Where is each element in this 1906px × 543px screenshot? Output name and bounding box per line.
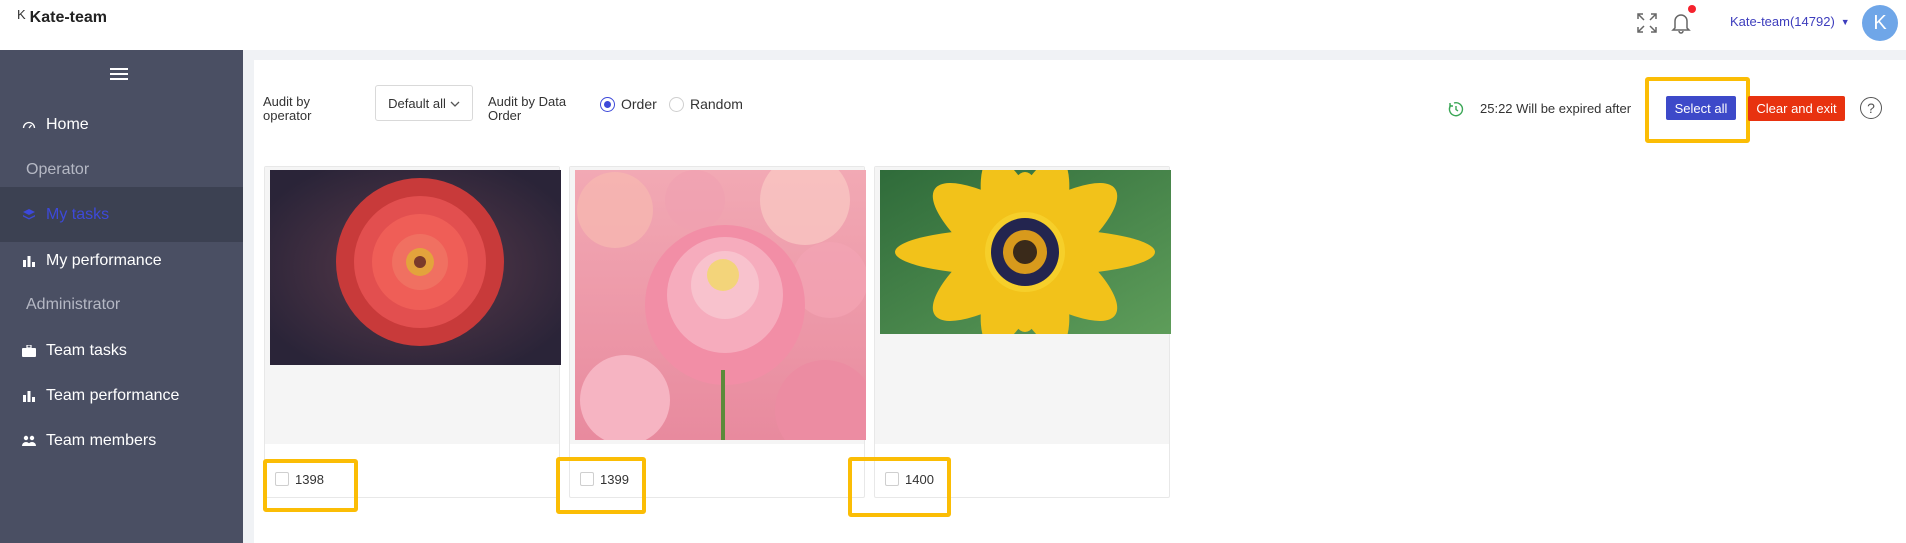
task-card[interactable]: 1398 bbox=[264, 166, 561, 498]
brand: K Kate-team bbox=[17, 8, 107, 28]
bar-chart-icon bbox=[22, 254, 36, 268]
task-card[interactable]: 1399 bbox=[569, 166, 866, 498]
sidebar: Home Operator My tasks My performance Ad… bbox=[0, 50, 243, 543]
sidebar-item-label: My performance bbox=[46, 251, 162, 269]
operator-select-value: Default all bbox=[388, 95, 446, 111]
stack-icon bbox=[22, 208, 36, 222]
task-image[interactable] bbox=[575, 170, 866, 440]
select-all-button[interactable]: Select all bbox=[1666, 96, 1736, 120]
clear-and-exit-button[interactable]: Clear and exit bbox=[1748, 96, 1845, 121]
audit-operator-label: Audit by operator bbox=[263, 94, 312, 123]
sidebar-item-label: Team tasks bbox=[46, 341, 127, 359]
radio-label: Order bbox=[621, 96, 657, 112]
avatar[interactable]: K bbox=[1862, 5, 1898, 41]
task-image[interactable] bbox=[270, 170, 561, 365]
checkbox-highlight bbox=[848, 457, 951, 517]
team-title: Kate-team bbox=[29, 9, 108, 26]
radio-random[interactable]: Random bbox=[669, 96, 743, 112]
sidebar-item-label: My tasks bbox=[46, 205, 110, 223]
notification-dot bbox=[1688, 5, 1696, 13]
radio-order[interactable]: Order bbox=[600, 96, 657, 112]
user-label: Kate-team(14792) bbox=[1730, 14, 1835, 29]
bar-chart-icon bbox=[22, 389, 36, 403]
radio-circle[interactable] bbox=[600, 96, 615, 112]
radio-label: Random bbox=[690, 96, 743, 112]
operator-select[interactable]: Default all bbox=[375, 85, 473, 121]
people-icon bbox=[22, 434, 36, 448]
checkbox-highlight bbox=[556, 457, 646, 514]
dashboard-icon bbox=[22, 118, 36, 132]
sidebar-item-label: Home bbox=[46, 115, 89, 133]
expire-countdown: 25:22 Will be expired after bbox=[1480, 101, 1632, 116]
task-card[interactable]: 1400 bbox=[874, 166, 1171, 498]
back-icon[interactable]: K bbox=[17, 8, 26, 22]
sidebar-item-label: Team performance bbox=[46, 386, 180, 404]
sidebar-section-label: Operator bbox=[26, 160, 90, 178]
user-menu[interactable]: Kate-team(14792) ▼ bbox=[1730, 14, 1850, 29]
task-image[interactable] bbox=[880, 170, 1171, 334]
help-icon[interactable]: ? bbox=[1860, 97, 1882, 119]
audit-order-label: Audit by Data Order bbox=[488, 94, 567, 123]
sidebar-item-team-members[interactable]: Team members bbox=[0, 413, 243, 468]
checkbox-highlight bbox=[263, 459, 358, 512]
chevron-down-icon bbox=[450, 96, 460, 111]
timer-icon bbox=[1448, 101, 1464, 117]
caret-down-icon: ▼ bbox=[1840, 16, 1850, 27]
fullscreen-icon[interactable] bbox=[1636, 12, 1658, 34]
radio-circle[interactable] bbox=[669, 96, 684, 112]
bell-icon[interactable] bbox=[1670, 12, 1692, 34]
briefcase-icon bbox=[22, 344, 36, 358]
top-header: K Kate-team Kate-team(14792) ▼ K bbox=[0, 0, 1906, 50]
sidebar-section-label: Administrator bbox=[26, 295, 121, 313]
hamburger-icon[interactable] bbox=[110, 68, 128, 82]
sidebar-item-label: Team members bbox=[46, 431, 157, 449]
